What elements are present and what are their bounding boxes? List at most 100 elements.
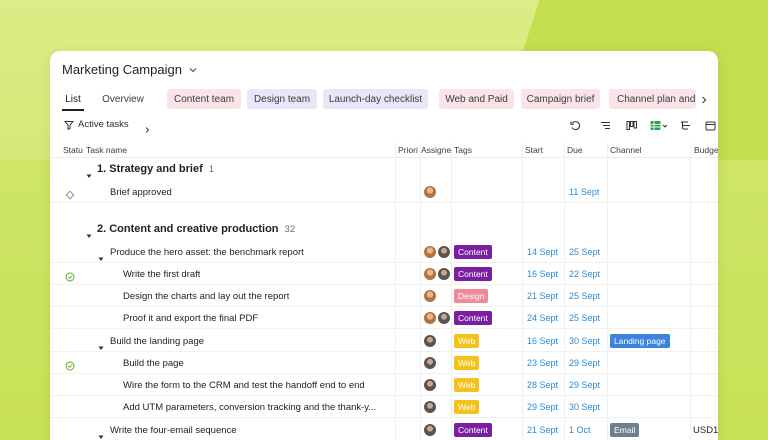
tag-badge[interactable]: Content <box>454 311 492 325</box>
tab-web-and-paid[interactable]: Web and Paid <box>439 89 514 109</box>
filter-button[interactable]: Active tasks <box>64 119 129 130</box>
start-date[interactable]: 16 Sept <box>527 330 558 352</box>
task-name[interactable]: Wire the form to the CRM and test the ha… <box>123 374 393 396</box>
due-date[interactable]: 29 Sept <box>569 352 600 374</box>
tag-badge[interactable]: Content <box>454 245 492 259</box>
calendar-icon[interactable] <box>704 119 717 132</box>
start-date[interactable]: 29 Sept <box>527 396 558 418</box>
table-row[interactable]: Write the four-email sequence Content 21… <box>50 419 718 440</box>
assignee-avatars[interactable] <box>424 419 438 440</box>
start-date[interactable]: 28 Sept <box>527 374 558 396</box>
section-header[interactable]: 2. Content and creative production 32 <box>50 218 718 240</box>
project-header[interactable]: Marketing Campaign <box>62 62 198 77</box>
column-header-tags[interactable]: Tags <box>454 145 472 155</box>
chevron-right-icon[interactable] <box>143 121 151 133</box>
start-date[interactable]: 16 Sept <box>527 263 558 285</box>
table-row[interactable]: Produce the hero asset: the benchmark re… <box>50 241 718 263</box>
due-date[interactable]: 25 Sept <box>569 241 600 263</box>
assignee-avatars[interactable] <box>424 307 452 329</box>
section-header[interactable]: 1. Strategy and brief 1 <box>50 158 718 180</box>
task-name[interactable]: Add UTM parameters, conversion tracking … <box>123 396 393 418</box>
due-date[interactable]: 25 Sept <box>569 307 600 329</box>
due-date[interactable]: 25 Sept <box>569 285 600 307</box>
due-date[interactable]: 11 Sept <box>569 181 599 203</box>
task-name[interactable]: Produce the hero asset: the benchmark re… <box>110 241 304 263</box>
caret-down-icon[interactable] <box>98 427 104 439</box>
undo-icon[interactable] <box>569 119 582 132</box>
caret-down-icon[interactable] <box>86 166 92 178</box>
task-name[interactable]: Build the page <box>123 352 184 374</box>
tag-badge[interactable]: Web <box>454 378 480 392</box>
assignee-avatars[interactable] <box>424 181 438 203</box>
tag-badge[interactable]: Content <box>454 267 492 281</box>
column-header-budget[interactable]: Budge <box>694 145 718 155</box>
tab-campaign-brief[interactable]: Campaign brief <box>521 89 600 109</box>
due-date[interactable]: 1 Oct <box>569 419 591 440</box>
start-date[interactable]: 21 Sept <box>527 285 558 307</box>
task-name[interactable]: Write the four-email sequence <box>110 419 237 440</box>
caret-down-icon[interactable] <box>98 249 104 261</box>
table-row[interactable]: Write the first draft Content 16 Sept 22… <box>50 263 718 285</box>
column-header-status[interactable]: Statu <box>63 145 87 155</box>
tab-content-team[interactable]: Content team <box>167 89 241 109</box>
milestone-icon[interactable] <box>65 187 75 200</box>
tag-badge[interactable]: Content <box>454 423 492 437</box>
start-date[interactable]: 21 Sept <box>527 419 558 440</box>
column-header-priority[interactable]: Priori <box>398 145 420 155</box>
assignee-avatars[interactable] <box>424 263 452 285</box>
sheet-view-icon[interactable] <box>649 119 669 132</box>
start-date[interactable]: 14 Sept <box>527 241 558 263</box>
tab-launch-day-checklist[interactable]: Launch-day checklist <box>323 89 428 109</box>
list-view-icon[interactable] <box>599 119 612 132</box>
tab-design-team[interactable]: Design team <box>247 89 317 109</box>
task-name[interactable]: Build the landing page <box>110 330 204 352</box>
due-date[interactable]: 29 Sept <box>569 374 600 396</box>
assignee-avatars[interactable] <box>424 241 452 263</box>
due-date[interactable]: 30 Sept <box>569 396 600 418</box>
budget-value[interactable]: USD1, <box>693 419 718 440</box>
table-row[interactable]: Build the page Web 23 Sept 29 Sept <box>50 352 718 374</box>
task-name[interactable]: Proof it and export the final PDF <box>123 307 258 329</box>
assignee-avatars[interactable] <box>424 396 438 418</box>
tag-badge[interactable]: Web <box>454 356 480 370</box>
check-circle-icon[interactable] <box>65 269 75 282</box>
board-view-icon[interactable] <box>625 119 638 132</box>
tab-list[interactable]: List <box>62 89 84 111</box>
table-row[interactable]: Add UTM parameters, conversion tracking … <box>50 396 718 418</box>
assignee-avatars[interactable] <box>424 285 438 307</box>
channel-badge[interactable]: Landing page <box>610 334 670 348</box>
task-name[interactable]: Write the first draft <box>123 263 200 285</box>
tab-overview[interactable]: Overview <box>102 89 144 109</box>
chevron-right-icon[interactable] <box>698 93 710 105</box>
table-row[interactable]: Build the landing page Web 16 Sept 30 Se… <box>50 330 718 352</box>
start-date[interactable]: 23 Sept <box>527 352 558 374</box>
check-circle-icon[interactable] <box>65 358 75 371</box>
caret-down-icon[interactable] <box>98 338 104 350</box>
column-header-assignee[interactable]: Assigne <box>421 145 453 155</box>
table-row[interactable]: Proof it and export the final PDF Conten… <box>50 307 718 329</box>
start-date[interactable]: 24 Sept <box>527 307 558 329</box>
due-date[interactable]: 30 Sept <box>569 330 600 352</box>
table-row[interactable]: Brief approved 11 Sept <box>50 181 718 203</box>
hierarchy-icon[interactable] <box>679 119 692 132</box>
assignee-avatars[interactable] <box>424 352 438 374</box>
avatar <box>438 312 450 324</box>
chevron-down-icon[interactable] <box>188 65 198 75</box>
assignee-avatars[interactable] <box>424 330 438 352</box>
tag-badge[interactable]: Design <box>454 289 489 303</box>
task-name[interactable]: Design the charts and lay out the report <box>123 285 289 307</box>
tab-channel-plan[interactable]: Channel plan and <box>609 89 696 109</box>
task-name[interactable]: Brief approved <box>110 181 172 203</box>
table-row[interactable]: Design the charts and lay out the report… <box>50 285 718 307</box>
channel-badge[interactable]: Email <box>610 423 640 437</box>
assignee-avatars[interactable] <box>424 374 438 396</box>
column-header-task-name[interactable]: Task name <box>86 145 127 155</box>
column-header-due[interactable]: Due <box>567 145 583 155</box>
tag-badge[interactable]: Web <box>454 334 480 348</box>
caret-down-icon[interactable] <box>86 226 92 238</box>
tag-badge[interactable]: Web <box>454 400 480 414</box>
column-header-channel[interactable]: Channel <box>610 145 642 155</box>
table-row[interactable]: Wire the form to the CRM and test the ha… <box>50 374 718 396</box>
due-date[interactable]: 22 Sept <box>569 263 600 285</box>
column-header-start[interactable]: Start <box>525 145 543 155</box>
